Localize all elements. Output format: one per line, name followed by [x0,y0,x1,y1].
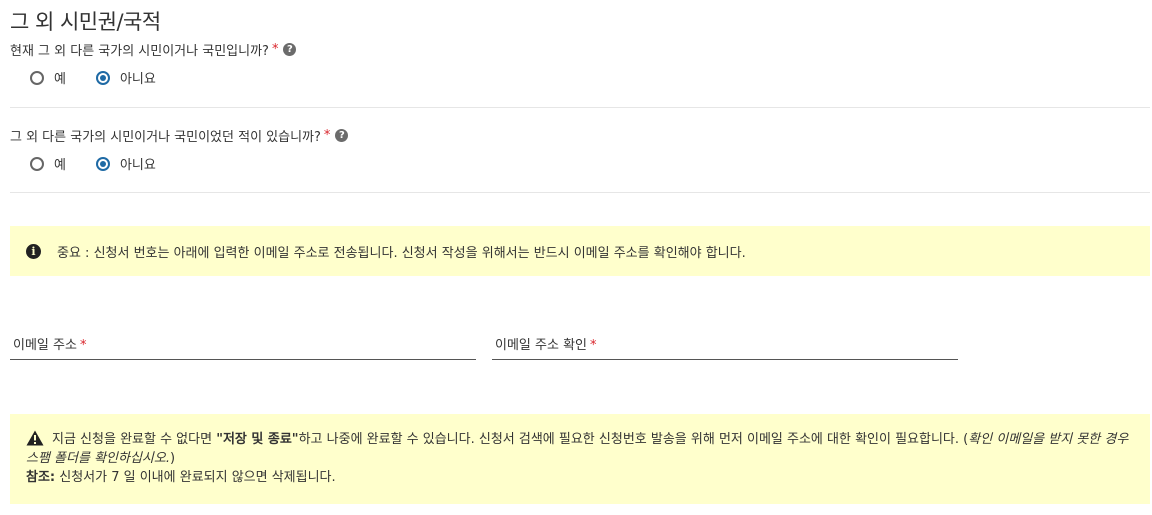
radio-group-current-citizenship: 예 아니요 [30,68,186,87]
question-label: 그 외 다른 국가의 시민이거나 국민이었던 적이 있습니까? [10,130,321,145]
question-label: 현재 그 외 다른 국가의 시민이거나 국민입니까? [10,44,269,59]
warning-text-close: ) [169,451,176,466]
radio-label: 예 [54,158,66,173]
warning-notice: 지금 신청을 완료할 수 없다면 "저장 및 종료"하고 나중에 완료할 수 있… [10,414,1150,504]
radio-label: 아니요 [119,158,156,173]
email-field[interactable]: 이메일 주소 * [10,330,480,361]
info-notice: i 중요 : 신청서 번호는 아래에 입력한 이메일 주소로 전송됩니다. 신청… [10,226,1150,276]
warning-text-after: 하고 나중에 완료할 수 있습니다. 신청서 검색에 필요한 신청번호 발송을 … [298,432,969,447]
radio-label: 아니요 [119,72,156,87]
radio-button[interactable] [30,70,44,85]
email-confirm-field[interactable]: 이메일 주소 확인 * [492,330,962,361]
info-circle-icon: i [26,243,41,259]
info-notice-text: 중요 : 신청서 번호는 아래에 입력한 이메일 주소로 전송됩니다. 신청서 … [57,245,746,261]
divider [10,107,1150,108]
note-label: 참조: [26,470,56,485]
section-title: 그 외 시민권/국적 [10,10,161,34]
required-mark: * [323,128,331,143]
radio-button[interactable] [30,156,44,171]
radio-option-yes[interactable]: 예 [30,154,66,173]
help-icon[interactable]: ? [283,43,297,56]
radio-option-no[interactable]: 아니요 [95,68,156,87]
divider [10,192,1150,193]
question-past-citizenship: 그 외 다른 국가의 시민이거나 국민이었던 적이 있습니까? * ? [10,126,349,145]
email-confirm-input[interactable] [492,330,962,361]
save-and-exit-label: "저장 및 종료" [216,432,299,447]
radio-button-selected[interactable] [95,156,110,171]
warning-text-before: 지금 신청을 완료할 수 없다면 [52,432,217,447]
radio-option-no[interactable]: 아니요 [95,154,156,173]
required-mark: * [271,42,279,57]
email-input[interactable] [10,330,480,361]
radio-button-selected[interactable] [95,70,110,85]
help-icon[interactable]: ? [335,129,349,142]
radio-option-yes[interactable]: 예 [30,68,66,87]
note-text: 신청서가 7 일 이내에 완료되지 않으면 삭제됩니다. [55,470,336,485]
question-current-citizenship: 현재 그 외 다른 국가의 시민이거나 국민입니까? * ? [10,40,297,59]
warning-triangle-icon [26,430,44,446]
radio-group-past-citizenship: 예 아니요 [30,154,186,173]
radio-label: 예 [54,72,66,87]
